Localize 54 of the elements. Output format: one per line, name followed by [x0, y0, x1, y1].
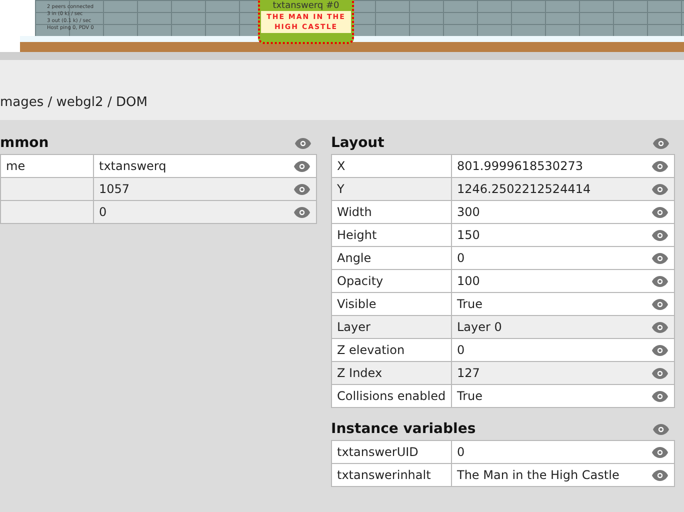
property-value: 1246.2502212524414 [452, 178, 674, 200]
eye-icon[interactable] [652, 322, 668, 332]
eye-icon[interactable] [652, 470, 668, 480]
eye-icon[interactable] [653, 424, 669, 434]
eye-icon[interactable] [653, 138, 669, 148]
property-value[interactable]: True [452, 385, 674, 407]
property-label: X [332, 155, 451, 177]
property-label: Layer [332, 316, 451, 338]
property-value[interactable]: 0 [452, 441, 674, 463]
property-value[interactable]: The Man in the High Castle [452, 464, 674, 486]
property-value[interactable]: 801.9999618530273 [452, 155, 674, 177]
property-label: Z elevation [332, 339, 451, 361]
property-value[interactable]: True [452, 293, 674, 315]
eye-icon[interactable] [652, 206, 668, 218]
property-label: Height [332, 224, 451, 246]
property-value[interactable]: 150 [452, 224, 674, 246]
eye-icon[interactable] [652, 252, 668, 264]
eye-icon[interactable] [294, 160, 310, 172]
property-label: Collisions enabled [332, 385, 451, 407]
property-value[interactable]: 0 [452, 339, 674, 361]
property-value: 127 [452, 362, 674, 384]
property-label: Width [332, 201, 451, 223]
section-title: mmon [0, 135, 49, 151]
property-value: 1057 [94, 178, 316, 200]
property-label: me [1, 155, 93, 177]
property-label: Visible [332, 293, 451, 315]
eye-icon[interactable] [652, 344, 668, 356]
eye-icon[interactable] [294, 206, 310, 218]
eye-icon[interactable] [652, 298, 668, 310]
property-value: 0 [94, 201, 316, 223]
eye-icon[interactable] [652, 446, 668, 458]
eye-icon[interactable] [652, 230, 668, 240]
property-label: txtanswerinhalt [332, 464, 451, 486]
eye-icon[interactable] [652, 368, 668, 378]
property-value[interactable]: txtanswerq [94, 155, 316, 177]
property-label: Angle [332, 247, 451, 269]
property-value[interactable]: 300 [452, 201, 674, 223]
section-title: Instance variables [331, 421, 476, 437]
property-value: Layer 0 [452, 316, 674, 338]
breadcrumb: mages / webgl2 / DOM [0, 95, 148, 110]
eye-icon[interactable] [652, 276, 668, 286]
eye-icon[interactable] [652, 390, 668, 402]
object-label: txtanswerq #0 [272, 1, 340, 11]
eye-icon[interactable] [652, 184, 668, 194]
property-label: Z Index [332, 362, 451, 384]
eye-icon[interactable] [295, 138, 311, 148]
eye-icon[interactable] [652, 160, 668, 172]
property-value[interactable]: 100 [452, 270, 674, 292]
section-title: Layout [331, 135, 384, 151]
property-label: txtanswerUID [332, 441, 451, 463]
property-value[interactable]: 0 [452, 247, 674, 269]
property-label: Opacity [332, 270, 451, 292]
eye-icon[interactable] [294, 184, 310, 194]
property-label: Y [332, 178, 451, 200]
